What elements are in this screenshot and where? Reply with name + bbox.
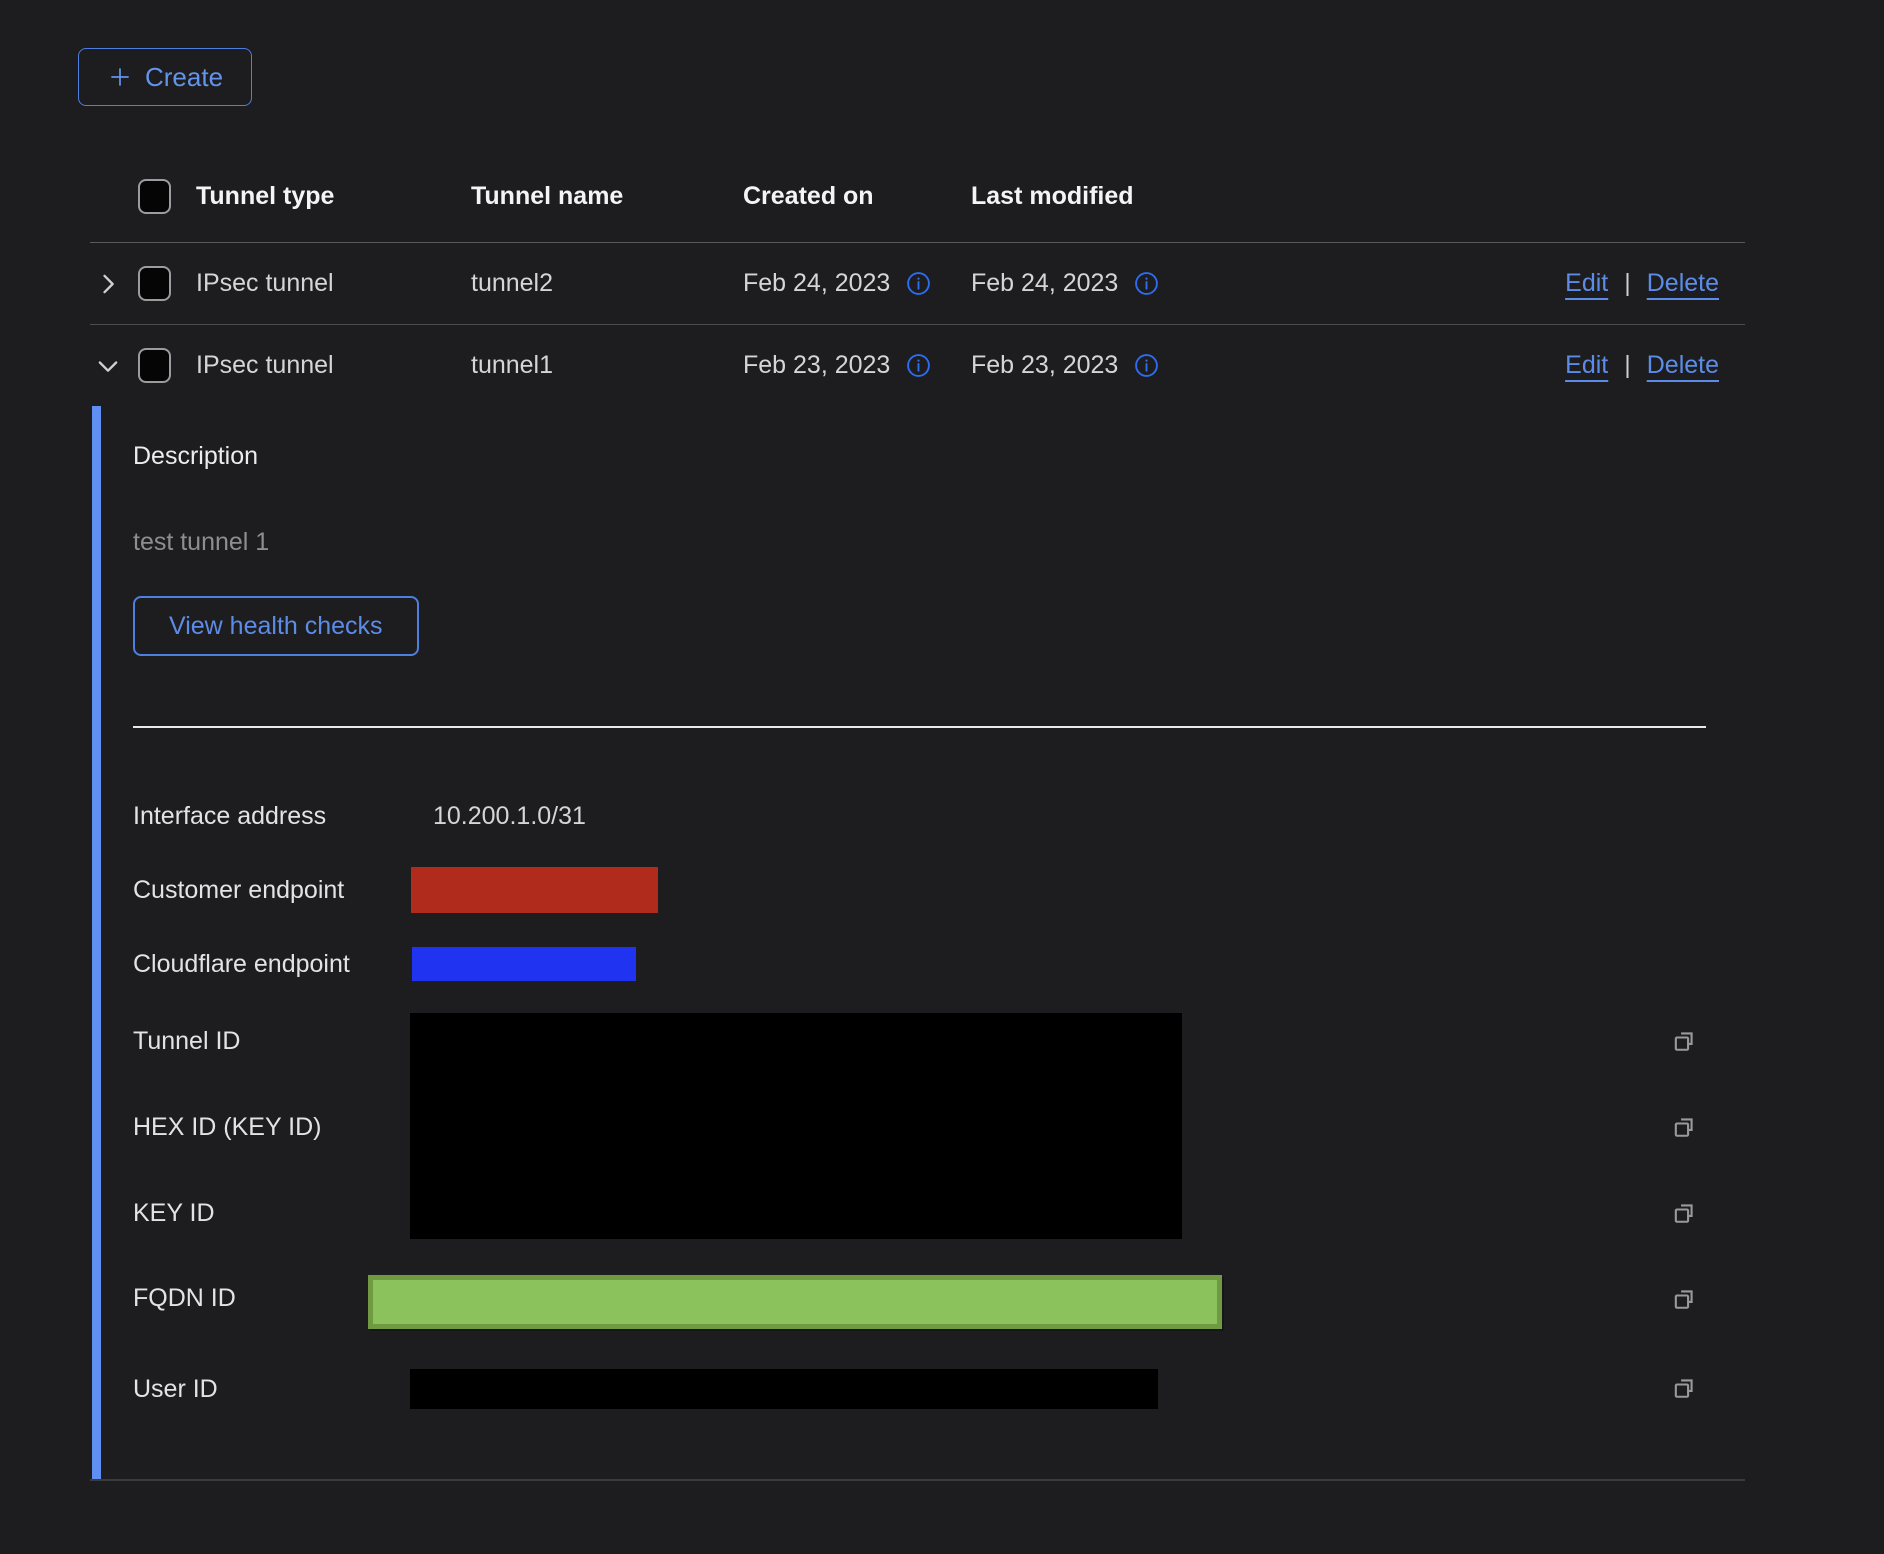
copy-fqdn-id-button[interactable] <box>1669 1284 1699 1314</box>
tunnel1-expanded-panel: Description test tunnel 1 View health ch… <box>90 406 1745 1481</box>
copy-hex-id-button[interactable] <box>1669 1112 1699 1142</box>
column-header-last-modified: Last modified <box>971 182 1289 211</box>
interface-address-value: 10.200.1.0/31 <box>433 801 586 831</box>
edit-link-tunnel2[interactable]: Edit <box>1565 269 1608 298</box>
expand-chevron-right-icon[interactable] <box>94 270 122 298</box>
description-value: test tunnel 1 <box>133 528 269 557</box>
fqdn-id-redacted-value <box>368 1275 1222 1329</box>
created-on-date: Feb 24, 2023 <box>743 269 890 298</box>
last-modified-date: Feb 23, 2023 <box>971 351 1118 380</box>
copy-user-id-button[interactable] <box>1669 1373 1699 1403</box>
last-modified-cell: Feb 24, 2023 <box>971 269 1289 298</box>
create-tunnel-button[interactable]: Create <box>78 48 252 106</box>
expander-cell <box>90 352 138 380</box>
created-on-cell: Feb 24, 2023 <box>743 269 971 298</box>
column-header-tunnel-name: Tunnel name <box>471 182 743 211</box>
customer-endpoint-label: Customer endpoint <box>133 875 344 905</box>
table-row-tunnel2: IPsec tunnel tunnel2 Feb 24, 2023 Feb 24… <box>90 243 1745 325</box>
copy-icon <box>1670 1374 1698 1402</box>
copy-icon <box>1670 1027 1698 1055</box>
tunnel-type-cell: IPsec tunnel <box>196 351 471 380</box>
customer-endpoint-redacted-value <box>411 867 658 913</box>
fqdn-id-label: FQDN ID <box>133 1283 236 1313</box>
copy-tunnel-id-button[interactable] <box>1669 1026 1699 1056</box>
collapse-chevron-down-icon[interactable] <box>94 352 122 380</box>
tunnels-table: Tunnel type Tunnel name Created on Last … <box>90 150 1745 1481</box>
info-icon[interactable] <box>1134 353 1159 378</box>
row-actions: Edit | Delete <box>1289 351 1745 380</box>
user-id-redacted-value <box>410 1369 1158 1409</box>
key-id-label: KEY ID <box>133 1198 215 1228</box>
expanded-panel-accent-bar <box>92 406 101 1479</box>
hex-id-label: HEX ID (KEY ID) <box>133 1112 321 1142</box>
checkbox-cell <box>138 266 196 301</box>
column-header-created-on: Created on <box>743 182 971 211</box>
delete-link-tunnel2[interactable]: Delete <box>1647 269 1719 298</box>
view-health-checks-button[interactable]: View health checks <box>133 596 419 656</box>
row-actions: Edit | Delete <box>1289 269 1745 298</box>
plus-icon <box>107 64 133 90</box>
cloudflare-endpoint-redacted-value <box>412 947 636 981</box>
panel-divider <box>133 726 1706 728</box>
actions-separator: | <box>1624 351 1631 380</box>
description-label: Description <box>133 442 258 471</box>
tunnel-id-label: Tunnel ID <box>133 1026 240 1056</box>
ids-redacted-value <box>410 1013 1182 1239</box>
cloudflare-endpoint-label: Cloudflare endpoint <box>133 949 350 979</box>
interface-address-label: Interface address <box>133 801 326 831</box>
created-on-date: Feb 23, 2023 <box>743 351 890 380</box>
actions-separator: | <box>1624 269 1631 298</box>
tunnel-name-cell: tunnel1 <box>471 351 743 380</box>
select-all-cell <box>138 179 196 214</box>
copy-icon <box>1670 1285 1698 1313</box>
user-id-label: User ID <box>133 1374 218 1404</box>
last-modified-date: Feb 24, 2023 <box>971 269 1118 298</box>
tunnel-type-cell: IPsec tunnel <box>196 269 471 298</box>
table-header: Tunnel type Tunnel name Created on Last … <box>90 150 1745 243</box>
created-on-cell: Feb 23, 2023 <box>743 351 971 380</box>
info-icon[interactable] <box>1134 271 1159 296</box>
select-all-checkbox[interactable] <box>138 179 171 214</box>
info-icon[interactable] <box>906 353 931 378</box>
edit-link-tunnel1[interactable]: Edit <box>1565 351 1608 380</box>
tunnel-name-cell: tunnel2 <box>471 269 743 298</box>
create-button-label: Create <box>145 62 223 93</box>
row-checkbox-tunnel2[interactable] <box>138 266 171 301</box>
expander-cell <box>90 270 138 298</box>
checkbox-cell <box>138 348 196 383</box>
tunnels-page: Create Tunnel type Tunnel name Created o… <box>0 0 1884 1554</box>
row-checkbox-tunnel1[interactable] <box>138 348 171 383</box>
delete-link-tunnel1[interactable]: Delete <box>1647 351 1719 380</box>
table-row-tunnel1: IPsec tunnel tunnel1 Feb 23, 2023 Feb 23… <box>90 325 1745 406</box>
last-modified-cell: Feb 23, 2023 <box>971 351 1289 380</box>
column-header-tunnel-type: Tunnel type <box>196 182 471 211</box>
copy-icon <box>1670 1199 1698 1227</box>
info-icon[interactable] <box>906 271 931 296</box>
copy-icon <box>1670 1113 1698 1141</box>
copy-key-id-button[interactable] <box>1669 1198 1699 1228</box>
